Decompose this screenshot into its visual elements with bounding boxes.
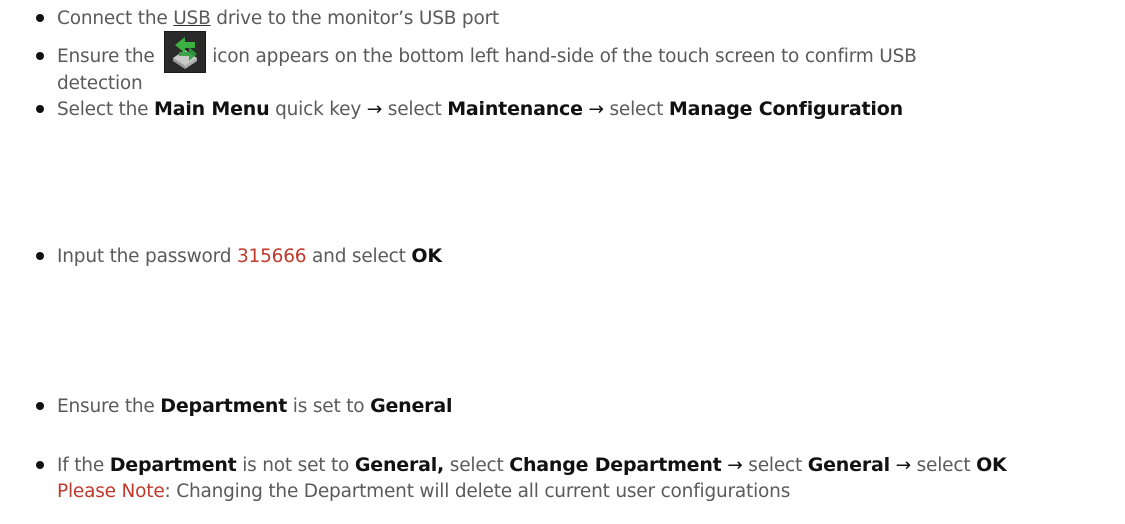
main-menu-key: Main Menu <box>154 98 270 120</box>
bullet-icon <box>36 461 44 469</box>
text-segment: select <box>382 99 448 120</box>
note-text: : Changing the Department will delete al… <box>164 481 791 502</box>
text-segment: is set to <box>287 396 371 417</box>
step-text: Connect the USB drive to the monitor’s U… <box>57 7 1115 30</box>
password-value: 315666 <box>236 246 307 267</box>
text-segment: select <box>444 455 510 476</box>
bullet-icon <box>36 252 44 260</box>
bullet-icon <box>36 52 44 60</box>
text-segment: drive to the monitor’s USB port <box>210 8 500 29</box>
arrow-icon: → <box>727 455 743 476</box>
bullet-icon <box>36 105 44 113</box>
text-segment: Input the password <box>57 246 237 267</box>
arrow-icon: → <box>366 99 383 120</box>
note-label: Please Note <box>57 481 165 502</box>
text-segment: select <box>603 99 669 120</box>
step-text: Ensure the Department is set to General <box>57 395 1115 418</box>
text-segment: select <box>910 455 977 476</box>
department-key: Department <box>109 454 237 476</box>
arrow-icon: → <box>588 99 604 120</box>
usb-detected-icon <box>164 31 207 73</box>
department-key: Department <box>160 395 288 417</box>
manage-configuration-key: Manage Configuration <box>668 98 903 120</box>
text-segment: quick key <box>269 99 367 120</box>
usb-text: USB <box>173 8 211 29</box>
step-text: Input the password 315666 and select OK <box>57 245 1115 268</box>
text-segment: Ensure the <box>57 46 161 67</box>
text-segment: Select the <box>57 99 154 120</box>
text-segment: If the <box>57 455 110 476</box>
bullet-icon <box>36 402 44 410</box>
text-segment: select <box>742 455 808 476</box>
text-segment: Ensure the <box>57 396 161 417</box>
text-segment: is not set to <box>236 455 355 476</box>
step-text: Select the Main Menu quick key → select … <box>57 98 1115 121</box>
general-key: General, <box>354 454 445 476</box>
change-department-key: Change Department <box>509 454 722 476</box>
text-segment: Connect the <box>57 8 174 29</box>
text-segment: and select <box>306 246 412 267</box>
maintenance-key: Maintenance <box>447 98 583 120</box>
arrow-icon: → <box>895 455 912 476</box>
general-key: General <box>370 395 453 417</box>
step-text: If the Department is not set to General,… <box>57 454 1115 477</box>
text-segment: icon appears on the bottom left hand-sid… <box>212 46 917 67</box>
ok-key: OK <box>976 454 1007 476</box>
ok-key: OK <box>411 245 442 267</box>
bullet-icon <box>36 14 44 22</box>
step-text-line2: detection <box>57 73 143 94</box>
please-note: Please Note: Changing the Department wil… <box>57 480 1115 503</box>
general-key: General <box>807 454 890 476</box>
